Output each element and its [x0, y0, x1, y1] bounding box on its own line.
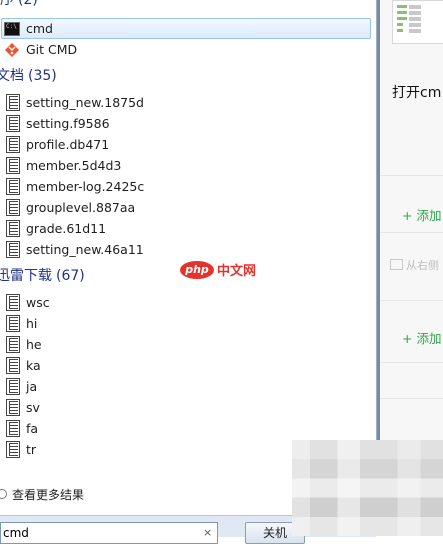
document-icon — [6, 157, 20, 174]
php-cn-watermark: php 中文网 — [180, 260, 256, 279]
result-item-document[interactable]: grouplevel.887aa — [2, 197, 368, 218]
watermark-logo: php — [180, 260, 214, 279]
result-label: setting.f9586 — [26, 116, 110, 131]
result-label: setting_new.46a11 — [26, 242, 144, 257]
document-icon — [6, 199, 20, 216]
see-more-results-label: 查看更多结果 — [12, 487, 85, 502]
image-icon — [390, 259, 403, 270]
group-header-xunlei-downloads: 迅雷下载 (67) — [0, 267, 85, 285]
watermark-site-text: 中文网 — [217, 264, 257, 279]
result-item-document[interactable]: profile.db471 — [2, 134, 368, 155]
document-icon — [6, 294, 20, 311]
result-label: member-log.2425c — [26, 179, 145, 194]
group-count: (67) — [56, 268, 85, 284]
document-icon — [6, 420, 20, 437]
see-more-results-link[interactable]: 查看更多结果 — [0, 486, 84, 502]
result-label: grouplevel.887aa — [26, 200, 136, 215]
document-icon — [6, 115, 20, 132]
add-link-2[interactable]: + 添加 — [402, 328, 441, 347]
search-results-panel: 程序 (2) cmd Git CMD 文档(35) setting_new.187… — [0, 0, 377, 515]
screenshot-thumbnail — [392, 0, 443, 44]
result-item-document[interactable]: setting_new.46a11 — [2, 239, 368, 260]
result-item-git-cmd[interactable]: Git CMD — [2, 39, 368, 60]
document-icon — [6, 357, 20, 374]
result-item-document[interactable]: grade.61d11 — [2, 218, 368, 239]
document-icon — [6, 399, 20, 416]
group-count: (35) — [28, 68, 57, 84]
document-icon — [6, 336, 20, 353]
result-item-download[interactable]: sv — [2, 397, 368, 418]
open-cmd-text: 打开cm — [392, 85, 442, 101]
result-label: ja — [26, 379, 38, 394]
result-label: cmd — [26, 21, 53, 36]
document-icon — [6, 94, 20, 111]
document-icon — [6, 178, 20, 195]
search-input[interactable] — [0, 522, 218, 544]
result-label: he — [26, 337, 42, 352]
result-item-download[interactable]: hi — [2, 313, 368, 334]
document-icon — [6, 136, 20, 153]
result-item-download[interactable]: fa — [2, 418, 368, 439]
cmd-icon — [4, 21, 20, 36]
result-item-cmd[interactable]: cmd — [1, 18, 371, 39]
group-title: 迅雷下载 — [0, 268, 52, 284]
result-label: ka — [26, 358, 41, 373]
clear-search-icon[interactable]: × — [203, 526, 212, 539]
group-header-documents: 文档 (35) — [0, 67, 57, 85]
from-right-label: 从右侧 — [406, 259, 439, 272]
result-label: wsc — [26, 295, 50, 310]
pixelated-region — [292, 440, 443, 536]
result-label: Git CMD — [26, 42, 78, 57]
bullet-icon — [0, 489, 7, 499]
result-label: profile.db471 — [26, 137, 110, 152]
document-icon — [6, 315, 20, 332]
result-item-document[interactable]: member.5d4d3 — [2, 155, 368, 176]
document-icon — [6, 220, 20, 237]
group-header-programs: 程序 (2) — [0, 0, 38, 9]
result-item-download[interactable]: ja — [2, 376, 368, 397]
result-label: tr — [26, 442, 37, 457]
result-label: sv — [26, 400, 40, 415]
git-icon — [4, 42, 20, 58]
result-item-download[interactable]: wsc — [2, 292, 368, 313]
group-count: (2) — [18, 0, 38, 8]
result-label: member.5d4d3 — [26, 158, 122, 173]
result-item-document[interactable]: setting_new.1875d — [2, 92, 368, 113]
result-label: hi — [26, 316, 38, 331]
document-icon — [6, 441, 20, 458]
result-label: grade.61d11 — [26, 221, 107, 236]
result-item-document[interactable]: setting.f9586 — [2, 113, 368, 134]
result-item-document[interactable]: member-log.2425c — [2, 176, 368, 197]
result-label: fa — [26, 421, 39, 436]
document-icon — [6, 241, 20, 258]
result-label: setting_new.1875d — [26, 95, 144, 110]
group-title: 文档 — [0, 68, 24, 84]
from-right-hint: 从右侧 — [390, 257, 439, 273]
result-item-download[interactable]: ka — [2, 355, 368, 376]
add-link-1[interactable]: + 添加 — [402, 205, 441, 224]
group-title: 程序 — [0, 0, 14, 8]
result-item-download[interactable]: he — [2, 334, 368, 355]
document-icon — [6, 378, 20, 395]
